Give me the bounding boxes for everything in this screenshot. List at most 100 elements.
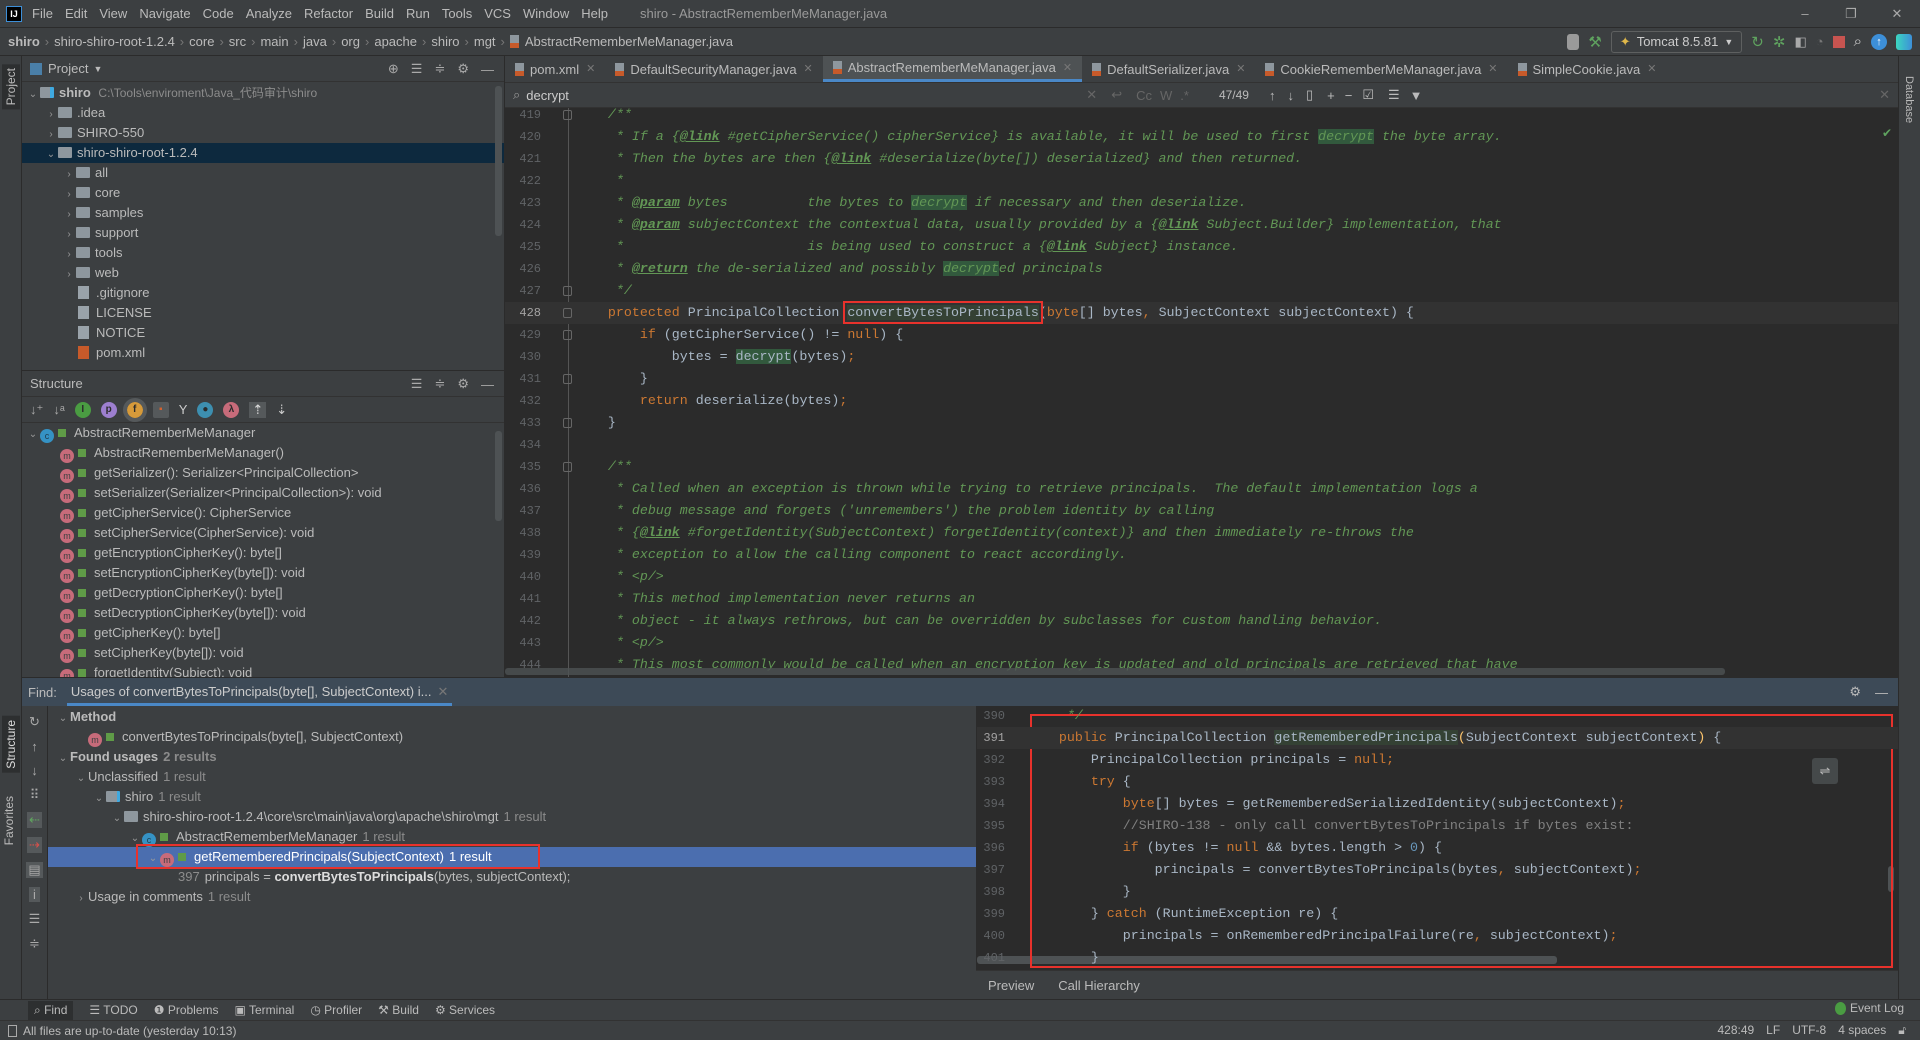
show-anonymous-icon[interactable]: ● — [197, 401, 214, 418]
find-result-row[interactable]: m convertBytesToPrincipals(byte[], Subjec… — [48, 727, 976, 747]
editor-tab[interactable]: CookieRememberMeManager.java ✕ — [1255, 56, 1507, 82]
code-area[interactable]: 419 /** 420 * If a {@link #getCipherServi… — [505, 108, 1898, 677]
profile-icon[interactable]: ◔ — [1816, 34, 1824, 49]
chevron-icon[interactable]: › — [62, 265, 76, 285]
structure-class-node[interactable]: ⌄ c AbstractRememberMeManager — [22, 423, 504, 443]
event-log-button[interactable]: Event Log — [1834, 1001, 1904, 1015]
chevron-icon[interactable]: › — [62, 205, 76, 225]
hide-icon[interactable]: — — [481, 62, 494, 77]
chevron-icon[interactable]: ⌄ — [56, 749, 70, 769]
menu-vcs[interactable]: VCS — [484, 6, 511, 21]
menu-refactor[interactable]: Refactor — [304, 6, 353, 21]
close-tab-icon[interactable]: ✕ — [804, 56, 813, 83]
chevron-icon[interactable]: › — [44, 125, 58, 145]
breadcrumb-item[interactable]: apache — [374, 34, 417, 49]
project-tree-item[interactable]: NOTICE — [22, 323, 504, 343]
chevron-down-icon[interactable]: ⌄ — [26, 425, 40, 445]
close-search-icon[interactable]: ✕ — [1879, 87, 1890, 103]
chevron-icon[interactable]: ⌄ — [110, 809, 124, 829]
structure-member[interactable]: m setDecryptionCipherKey(byte[]): void — [22, 603, 504, 623]
match-case-toggle[interactable]: Cc — [1136, 88, 1152, 103]
chevron-icon[interactable]: › — [74, 889, 88, 909]
previous-occurrence-icon[interactable]: ↑ — [31, 739, 38, 754]
breadcrumb-item[interactable]: shiro — [8, 34, 40, 49]
words-toggle[interactable]: W — [1160, 88, 1172, 103]
chevron-down-icon[interactable]: ⌄ — [26, 85, 40, 105]
project-tree-item[interactable]: › samples — [22, 203, 504, 223]
info-icon[interactable]: i — [29, 887, 40, 902]
show-inherited-icon[interactable]: I — [74, 401, 91, 418]
gear-icon[interactable]: ⚙ — [1849, 684, 1861, 700]
next-match-icon[interactable]: ↓ — [1287, 88, 1294, 103]
caret-position[interactable]: 428:49 — [1717, 1023, 1754, 1037]
close-tab-icon[interactable]: ✕ — [586, 56, 595, 83]
structure-member[interactable]: m AbstractRememberMeManager() — [22, 443, 504, 463]
locate-file-icon[interactable]: ⊕ — [388, 61, 399, 77]
project-view-select[interactable]: Project — [48, 61, 88, 76]
chevron-icon[interactable]: › — [44, 105, 58, 125]
menu-file[interactable]: File — [32, 6, 53, 21]
next-occurrence-icon[interactable]: ↓ — [31, 763, 38, 778]
menu-analyze[interactable]: Analyze — [246, 6, 292, 21]
close-button[interactable]: ✕ — [1874, 0, 1920, 27]
breadcrumb-item[interactable]: org — [341, 34, 360, 49]
structure-member[interactable]: m setSerializer(Serializer<PrincipalColle… — [22, 483, 504, 503]
find-result-row[interactable]: ⌄ Found usages 2 results — [48, 747, 976, 767]
maximize-button[interactable]: ❐ — [1828, 0, 1874, 27]
project-tree-item[interactable]: › all — [22, 163, 504, 183]
plugin-icon[interactable] — [1896, 33, 1912, 50]
find-result-row[interactable]: ⌄ shiro 1 result — [48, 787, 976, 807]
run-configuration-select[interactable]: ✦ Tomcat 8.5.81 ▼ — [1610, 30, 1743, 53]
file-encoding[interactable]: UTF-8 — [1792, 1023, 1826, 1037]
show-non-public-icon[interactable]: ▪ — [152, 401, 169, 418]
project-tree-item[interactable]: LICENSE — [22, 303, 504, 323]
show-write-access-icon[interactable]: ⇢ — [27, 837, 42, 853]
project-tree-item[interactable]: pom.xml — [22, 343, 504, 363]
gear-icon[interactable]: ⚙ — [457, 61, 469, 77]
find-result-row[interactable]: ⌄ shiro-shiro-root-1.2.4\core\src\main\ja… — [48, 807, 976, 827]
editor-tab[interactable]: DefaultSecurityManager.java ✕ — [605, 56, 822, 82]
tool-todo[interactable]: ☰ TODO — [89, 1003, 137, 1017]
structure-scrollbar[interactable] — [495, 431, 502, 521]
group-by-icon[interactable]: ⠿ — [30, 787, 40, 803]
project-tree-item[interactable]: › SHIRO-550 — [22, 123, 504, 143]
remove-occurrence-icon[interactable]: − — [1345, 88, 1353, 103]
structure-member[interactable]: m setEncryptionCipherKey(byte[]): void — [22, 563, 504, 583]
project-tree-item[interactable]: › tools — [22, 243, 504, 263]
chevron-icon[interactable]: ⌄ — [44, 145, 58, 165]
sort-by-visibility-icon[interactable]: ↓⁺ — [30, 402, 43, 418]
structure-member[interactable]: m setCipherKey(byte[]): void — [22, 643, 504, 663]
autoscroll-to-source-icon[interactable]: ⇡ — [249, 401, 267, 418]
editor-tab[interactable]: pom.xml ✕ — [505, 56, 605, 82]
menu-code[interactable]: Code — [203, 6, 234, 21]
menu-edit[interactable]: Edit — [65, 6, 87, 21]
chevron-icon[interactable]: › — [62, 225, 76, 245]
chevron-icon[interactable]: ⌄ — [74, 769, 88, 789]
stop-icon[interactable] — [1832, 35, 1845, 48]
breadcrumb-item[interactable]: src — [229, 34, 246, 49]
chevron-icon[interactable]: ⌄ — [92, 789, 106, 809]
filter-icon[interactable]: ▼ — [1410, 88, 1423, 103]
newline-icon[interactable]: ↩ — [1111, 87, 1122, 103]
rerun-icon[interactable]: ↻ — [1751, 33, 1764, 51]
menu-run[interactable]: Run — [406, 6, 430, 21]
find-result-row[interactable]: › Usage in comments 1 result — [48, 887, 976, 907]
breadcrumb-item[interactable]: core — [189, 34, 214, 49]
project-root[interactable]: ⌄ shiro C:\Tools\enviroment\Java_代码审计\shi… — [22, 83, 504, 103]
collapse-all-icon[interactable]: ≑ — [434, 61, 445, 77]
line-separator[interactable]: LF — [1766, 1023, 1780, 1037]
tool-profiler[interactable]: ◷ Profiler — [310, 1003, 362, 1017]
expand-all-icon[interactable]: ☰ — [411, 376, 423, 392]
user-icon[interactable] — [1567, 33, 1580, 50]
fold-marker-icon[interactable] — [563, 462, 572, 472]
structure-tool-button[interactable]: Structure — [2, 716, 20, 773]
close-tab-icon[interactable]: ✕ — [1236, 56, 1245, 83]
fold-marker-icon[interactable] — [563, 374, 572, 384]
find-usages-tab[interactable]: Usages of convertBytesToPrincipals(byte[… — [66, 678, 453, 706]
autoscroll-from-source-icon[interactable]: ⇣ — [276, 402, 287, 418]
hide-icon[interactable]: — — [481, 377, 494, 392]
hide-icon[interactable]: — — [1875, 685, 1888, 700]
menu-help[interactable]: Help — [581, 6, 608, 21]
breadcrumb-item[interactable]: mgt — [474, 34, 496, 49]
breadcrumb-item[interactable]: AbstractRememberMeManager.java — [525, 34, 733, 49]
